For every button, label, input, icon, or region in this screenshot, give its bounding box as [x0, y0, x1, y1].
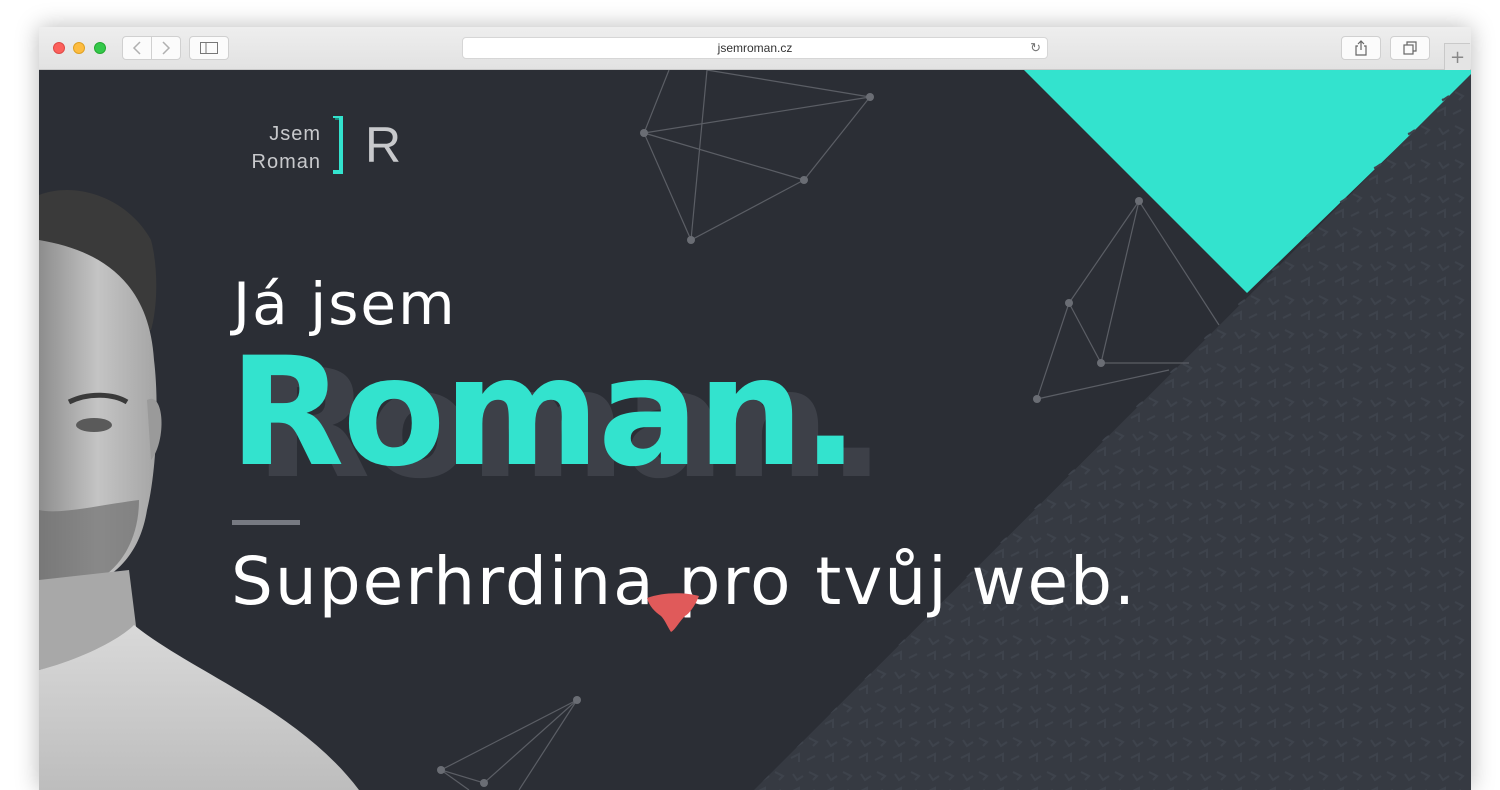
share-button[interactable]	[1341, 36, 1381, 60]
logo-bracket-icon	[333, 116, 343, 174]
zoom-window-button[interactable]	[94, 42, 106, 54]
logo-letter: R	[365, 117, 402, 173]
url-text: jsemroman.cz	[717, 41, 793, 55]
logo-line-2: Roman	[251, 151, 321, 173]
tabs-icon	[1403, 41, 1417, 55]
hero-name: Roman.	[229, 326, 859, 500]
chevron-right-icon	[162, 41, 171, 55]
logo-line-1: Jsem	[269, 123, 321, 145]
new-tab-button[interactable]: +	[1444, 43, 1470, 70]
cape-icon	[647, 593, 699, 632]
chevron-left-icon	[132, 41, 141, 55]
divider	[232, 520, 300, 525]
back-button[interactable]	[122, 36, 152, 60]
sidebar-icon	[200, 42, 218, 54]
website-hero: Jsem Roman R Já jsem Roman. Roman. Super…	[39, 70, 1471, 790]
minimize-window-button[interactable]	[73, 42, 85, 54]
plus-icon: +	[1449, 46, 1466, 68]
share-icon	[1355, 40, 1367, 56]
close-window-button[interactable]	[53, 42, 65, 54]
tabs-overview-button[interactable]	[1390, 36, 1430, 60]
logo-wordmark[interactable]: Jsem Roman	[239, 120, 321, 176]
network-graphic-top	[642, 70, 872, 241]
network-graphic-bottom	[439, 699, 578, 790]
browser-window: jsemroman.cz ↻ + Jsem Roman R Já jsem Ro…	[39, 27, 1471, 790]
reload-icon[interactable]: ↻	[1030, 40, 1041, 56]
sidebar-button[interactable]	[189, 36, 229, 60]
forward-button[interactable]	[151, 36, 181, 60]
address-bar[interactable]: jsemroman.cz ↻	[462, 37, 1048, 59]
browser-toolbar: jsemroman.cz ↻	[39, 27, 1471, 70]
eye	[76, 418, 112, 432]
